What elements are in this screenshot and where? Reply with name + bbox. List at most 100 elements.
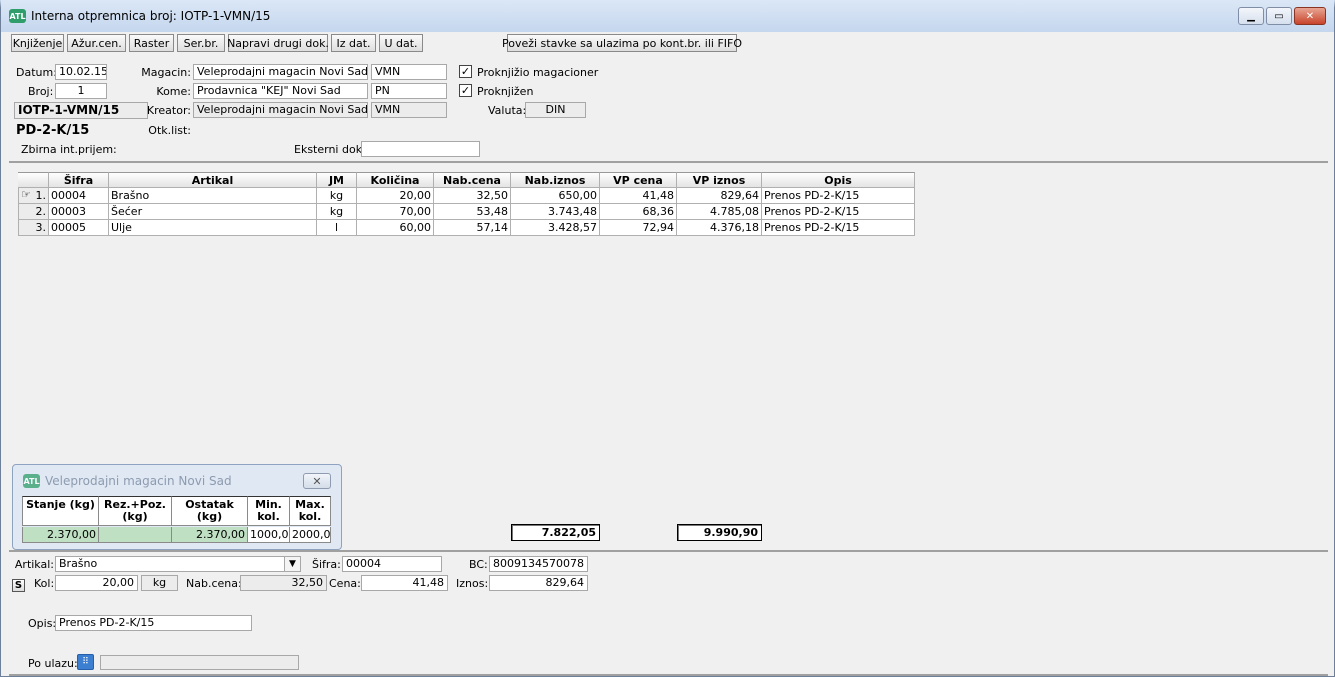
cell-nab-cena[interactable]: 32,50 — [434, 188, 511, 204]
column-header-vp-iznos[interactable]: VP iznos — [677, 172, 762, 188]
min-kol-header: Min. kol. — [248, 496, 290, 526]
close-button[interactable]: ✕ — [1294, 7, 1326, 25]
check-icon: ✓ — [460, 84, 471, 97]
opis-label: Opis: — [28, 617, 57, 630]
proknjizen-checkbox[interactable]: ✓ — [459, 84, 472, 97]
magacin-label: Magacin: — [141, 66, 191, 79]
column-header-artikal[interactable]: Artikal — [109, 172, 317, 188]
document-header-panel: Datum: 10.02.15 Broj: 1 IOTP-1-VMN/15 PD… — [9, 58, 1328, 163]
column-header-sifra[interactable]: Šifra — [49, 172, 109, 188]
knjizenje-button[interactable]: Knjiženje — [11, 34, 64, 52]
proknjizio-magacioner-checkbox[interactable]: ✓ — [459, 65, 472, 78]
column-header-opis[interactable]: Opis — [762, 172, 915, 188]
cell-nab-iznos[interactable]: 3.428,57 — [511, 220, 600, 236]
reference-document: PD-2-K/15 — [16, 123, 90, 138]
cell-vp-cena[interactable]: 72,94 — [600, 220, 677, 236]
cell-nab-cena[interactable]: 57,14 — [434, 220, 511, 236]
kreator-field: Veleprodajni magacin Novi Sad — [193, 102, 368, 118]
popup-title-bar[interactable]: ATL Veleprodajni magacin Novi Sad — [23, 474, 232, 488]
row-index: 2. — [18, 204, 49, 220]
cell-sifra[interactable]: 00005 — [49, 220, 109, 236]
cena-field[interactable]: 41,48 — [361, 575, 448, 591]
cell-vp-iznos[interactable]: 4.376,18 — [677, 220, 762, 236]
povezi-stavke-button[interactable]: Poveži stavke sa ulazima po kont.br. ili… — [502, 34, 742, 52]
cell-kolicina[interactable]: 70,00 — [357, 204, 434, 220]
cell-jm[interactable]: l — [317, 220, 357, 236]
popup-title: Veleprodajni magacin Novi Sad — [45, 474, 232, 488]
cell-opis[interactable]: Prenos PD-2-K/15 — [762, 188, 915, 204]
stanje-value: 2.370,00 — [22, 527, 99, 543]
popup-close-button[interactable]: ✕ — [303, 473, 331, 489]
grid-dots-icon: ⠿ — [82, 657, 89, 667]
magacin-field[interactable]: Veleprodajni magacin Novi Sad — [193, 64, 368, 80]
cell-opis[interactable]: Prenos PD-2-K/15 — [762, 204, 915, 220]
document-number: IOTP-1-VMN/15 — [14, 102, 148, 119]
cell-nab-iznos[interactable]: 3.743,48 — [511, 204, 600, 220]
close-icon: ✕ — [312, 474, 322, 488]
opis-field[interactable]: Prenos PD-2-K/15 — [55, 615, 252, 631]
cell-sifra[interactable]: 00004 — [49, 188, 109, 204]
maximize-button[interactable]: ▭ — [1266, 7, 1292, 25]
ostatak-header: Ostatak (kg) — [172, 496, 248, 526]
column-header-kolicina[interactable]: Količina — [357, 172, 434, 188]
row-number: ☞ 1. — [18, 188, 49, 204]
cell-kolicina[interactable]: 60,00 — [357, 220, 434, 236]
azur-cen-button[interactable]: Ažur.cen. — [67, 34, 126, 52]
cell-kolicina[interactable]: 20,00 — [357, 188, 434, 204]
broj-field[interactable]: 1 — [55, 83, 107, 99]
title-bar[interactable]: ATL Interna otpremnica broj: IOTP-1-VMN/… — [1, 0, 1334, 32]
iznos-field[interactable]: 829,64 — [489, 575, 588, 591]
eksterni-dok-field[interactable] — [361, 141, 480, 157]
cell-artikal[interactable]: Šećer — [109, 204, 317, 220]
valuta-field: DIN — [525, 102, 586, 118]
zbirna-int-prijem-label: Zbirna int.prijem: — [21, 143, 117, 156]
cell-vp-cena[interactable]: 68,36 — [600, 204, 677, 220]
cell-nab-iznos[interactable]: 650,00 — [511, 188, 600, 204]
ser-br-button[interactable]: Ser.br. — [177, 34, 225, 52]
cell-vp-iznos[interactable]: 829,64 — [677, 188, 762, 204]
cell-jm[interactable]: kg — [317, 188, 357, 204]
iz-dat-button[interactable]: Iz dat. — [331, 34, 376, 52]
cell-vp-cena[interactable]: 41,48 — [600, 188, 677, 204]
cell-jm[interactable]: kg — [317, 204, 357, 220]
column-header-nab-cena[interactable]: Nab.cena — [434, 172, 511, 188]
kome-code-field[interactable]: PN — [371, 83, 447, 99]
cell-nab-cena[interactable]: 53,48 — [434, 204, 511, 220]
cell-opis[interactable]: Prenos PD-2-K/15 — [762, 220, 915, 236]
u-dat-button[interactable]: U dat. — [379, 34, 423, 52]
nab-cena-field: 32,50 — [240, 575, 327, 591]
raster-button[interactable]: Raster — [129, 34, 174, 52]
kome-label: Kome: — [156, 85, 191, 98]
app-logo-icon: ATL — [9, 9, 26, 23]
sifra-field[interactable]: 00004 — [342, 556, 442, 572]
column-header-vp-cena[interactable]: VP cena — [600, 172, 677, 188]
datum-field[interactable]: 10.02.15 — [55, 64, 107, 80]
magacin-code-field[interactable]: VMN — [371, 64, 447, 80]
kome-field[interactable]: Prodavnica "KEJ" Novi Sad — [193, 83, 368, 99]
close-icon: ✕ — [1305, 10, 1315, 22]
cell-vp-iznos[interactable]: 4.785,08 — [677, 204, 762, 220]
bc-label: BC: — [469, 558, 488, 571]
column-header-nab-iznos[interactable]: Nab.iznos — [511, 172, 600, 188]
kreator-label: Kreator: — [146, 104, 191, 117]
cell-artikal[interactable]: Brašno — [109, 188, 317, 204]
jm-field: kg — [141, 575, 178, 591]
column-header-jm[interactable]: JM — [317, 172, 357, 188]
kreator-code-field: VMN — [371, 102, 447, 118]
datum-label: Datum: — [16, 66, 57, 79]
cell-artikal[interactable]: Ulje — [109, 220, 317, 236]
cell-sifra[interactable]: 00003 — [49, 204, 109, 220]
artikal-combobox[interactable]: Brašno ▼ — [55, 556, 301, 572]
kol-field[interactable]: 20,00 — [55, 575, 138, 591]
chevron-down-icon[interactable]: ▼ — [284, 557, 300, 571]
artikal-value: Brašno — [59, 557, 98, 570]
app-logo-icon: ATL — [23, 474, 40, 488]
po-ulazu-button[interactable]: ⠿ — [77, 654, 94, 670]
minimize-button[interactable]: ▁ — [1238, 7, 1264, 25]
minimize-icon: ▁ — [1247, 10, 1255, 22]
eksterni-dok-label: Eksterni dok: — [294, 143, 366, 156]
bc-field[interactable]: 8009134570078 — [489, 556, 588, 572]
napravi-drugi-dok-button[interactable]: Napravi drugi dok. — [227, 34, 329, 52]
s-button[interactable]: S — [12, 579, 25, 592]
valuta-label: Valuta: — [488, 104, 527, 117]
